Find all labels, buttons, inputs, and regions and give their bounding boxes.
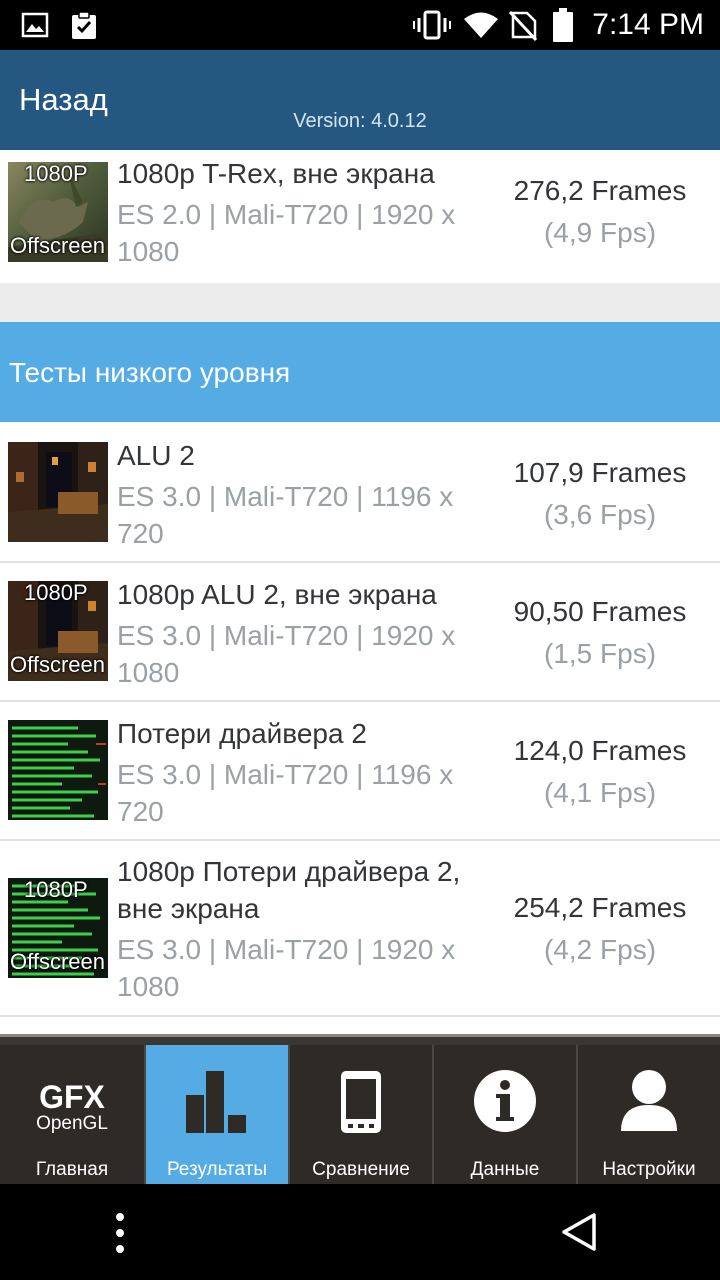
result-row-alu2-offscreen[interactable]: 1080P Offscreen 1080p ALU 2, вне экрана … [0,563,720,702]
bar-chart-icon [146,1069,288,1135]
back-triangle-icon[interactable] [560,1212,600,1252]
user-icon [578,1069,720,1131]
info-icon [434,1069,576,1133]
badge-1080p: 1080P [24,162,88,186]
opengl-logo-text: OpenGL [36,1113,108,1134]
result-title: 1080p T-Rex, вне экрана [117,158,435,189]
alu2-offscreen-thumbnail: 1080P Offscreen [8,581,108,681]
section-header: Тесты низкого уровня [0,322,720,422]
result-score: 90,50 Frames [513,596,687,627]
driver-overhead-thumbnail [8,720,108,820]
tab-compare[interactable]: Сравнение [288,1045,432,1187]
no-sim-icon [508,8,538,42]
result-score: 124,0 Frames [513,735,687,766]
tab-label: Настройки [602,1159,696,1180]
result-title: 1080p ALU 2, вне экрана [117,579,437,610]
wifi-icon [462,8,500,42]
bottom-tab-bar: GFX OpenGL Главная Результаты Сравнение … [0,1034,720,1187]
version-label: Version: 4.0.12 [293,110,427,132]
phone-icon [290,1069,432,1135]
result-fps: (1,5 Fps) [543,638,657,669]
result-subtitle: ES 3.0 | Mali-T720 | 1920 x 1080 [117,620,456,688]
result-title: 1080p Потери драйвера 2, вне экрана [117,856,461,924]
result-row-alu2[interactable]: ALU 2 ES 3.0 | Mali-T720 | 1196 x 720 10… [0,422,720,563]
tab-label: Сравнение [312,1159,410,1180]
tab-home[interactable]: GFX OpenGL Главная [0,1045,144,1187]
gfx-logo-text: GFX [39,1079,105,1115]
result-subtitle: ES 3.0 | Mali-T720 | 1920 x 1080 [117,934,456,1002]
tab-label: Главная [35,1159,109,1180]
result-fps: (3,6 Fps) [543,499,657,530]
screen: 7:14 PM Назад Version: 4.0.12 1080P Offs… [0,0,720,1280]
trex-thumbnail: 1080P Offscreen [8,162,108,262]
section-title: Тесты низкого уровня [9,357,291,388]
result-row-trex-offscreen[interactable]: 1080P Offscreen 1080p T-Rex, вне экрана … [0,150,720,283]
menu-dots-icon[interactable] [108,1212,132,1254]
image-icon [20,8,50,42]
section-gap [0,283,720,322]
badge-1080p: 1080P [24,878,88,902]
tab-settings[interactable]: Настройки [576,1045,720,1187]
result-row-driver-overhead2[interactable]: Потери драйвера 2 ES 3.0 | Mali-T720 | 1… [0,702,720,841]
system-nav-bar [0,1184,720,1280]
result-subtitle: ES 2.0 | Mali-T720 | 1920 x 1080 [117,199,456,267]
tab-results[interactable]: Результаты [144,1045,288,1187]
result-row-driver-overhead2-offscreen[interactable]: 1080P Offscreen 1080p Потери драйвера 2,… [0,841,720,1017]
badge-1080p: 1080P [24,581,88,605]
result-fps: (4,9 Fps) [543,217,657,248]
badge-offscreen: Offscreen [10,949,105,974]
clock: 7:14 PM [592,8,704,41]
result-title: ALU 2 [117,440,195,471]
result-fps: (4,2 Fps) [543,934,657,965]
result-fps: (4,1 Fps) [543,777,657,808]
tab-label: Данные [470,1159,540,1180]
result-score: 276,2 Frames [513,175,687,206]
result-score: 254,2 Frames [513,892,687,923]
driver-overhead-offscreen-thumbnail: 1080P Offscreen [8,878,108,978]
result-score: 107,9 Frames [513,457,687,488]
battery-icon [550,8,576,42]
result-subtitle: ES 3.0 | Mali-T720 | 1196 x 720 [117,481,454,549]
result-subtitle: ES 3.0 | Mali-T720 | 1196 x 720 [117,759,454,827]
status-bar: 7:14 PM [0,0,720,50]
clipboard-check-icon [67,8,101,42]
app-header: Назад Version: 4.0.12 [0,50,720,150]
badge-offscreen: Offscreen [10,652,105,677]
gfx-opengl-logo: GFX OpenGL [0,1081,144,1135]
alu2-thumbnail [8,442,108,542]
tab-label: Результаты [166,1159,268,1180]
result-title: Потери драйвера 2 [117,718,367,749]
badge-offscreen: Offscreen [10,233,105,258]
tab-data[interactable]: Данные [432,1045,576,1187]
vibrate-icon [412,8,452,42]
